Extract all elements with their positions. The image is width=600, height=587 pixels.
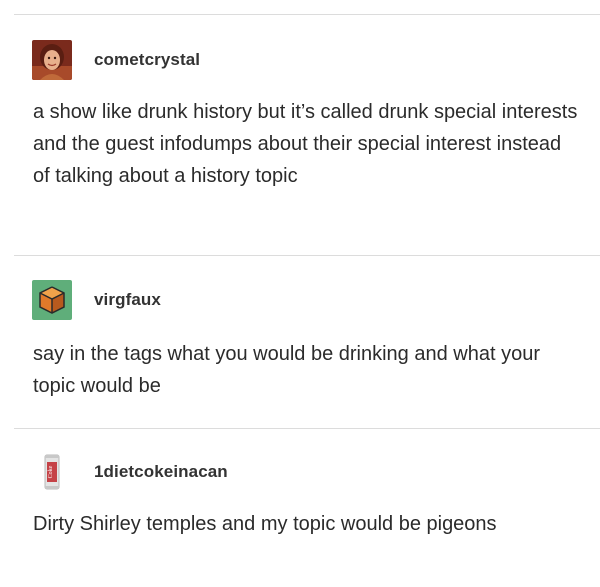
post-header: Coke 1dietcokeinacan [32, 452, 228, 492]
post-1dietcokeinacan: Coke 1dietcokeinacan Dirty Shirley templ… [0, 452, 600, 587]
username[interactable]: cometcrystal [94, 50, 200, 70]
diet-coke-can-avatar-icon[interactable]: Coke [32, 452, 72, 492]
post-virgfaux: virgfaux say in the tags what you would … [0, 280, 600, 430]
person-photo-avatar-icon[interactable] [32, 40, 72, 80]
username[interactable]: virgfaux [94, 290, 161, 310]
can-label: Coke [48, 465, 54, 478]
username[interactable]: 1dietcokeinacan [94, 462, 228, 482]
post-divider [14, 255, 600, 256]
post-header: virgfaux [32, 280, 161, 320]
post-divider [14, 14, 600, 15]
cube-box-avatar-icon[interactable] [32, 280, 72, 320]
post-text: say in the tags what you would be drinki… [33, 343, 540, 397]
post-text: a show like drunk history but it’s calle… [33, 101, 578, 187]
post-header: cometcrystal [32, 40, 200, 80]
post-cometcrystal: cometcrystal a show like drunk history b… [0, 40, 600, 250]
post-divider [14, 428, 600, 429]
post-text: Dirty Shirley temples and my topic would… [33, 513, 497, 535]
